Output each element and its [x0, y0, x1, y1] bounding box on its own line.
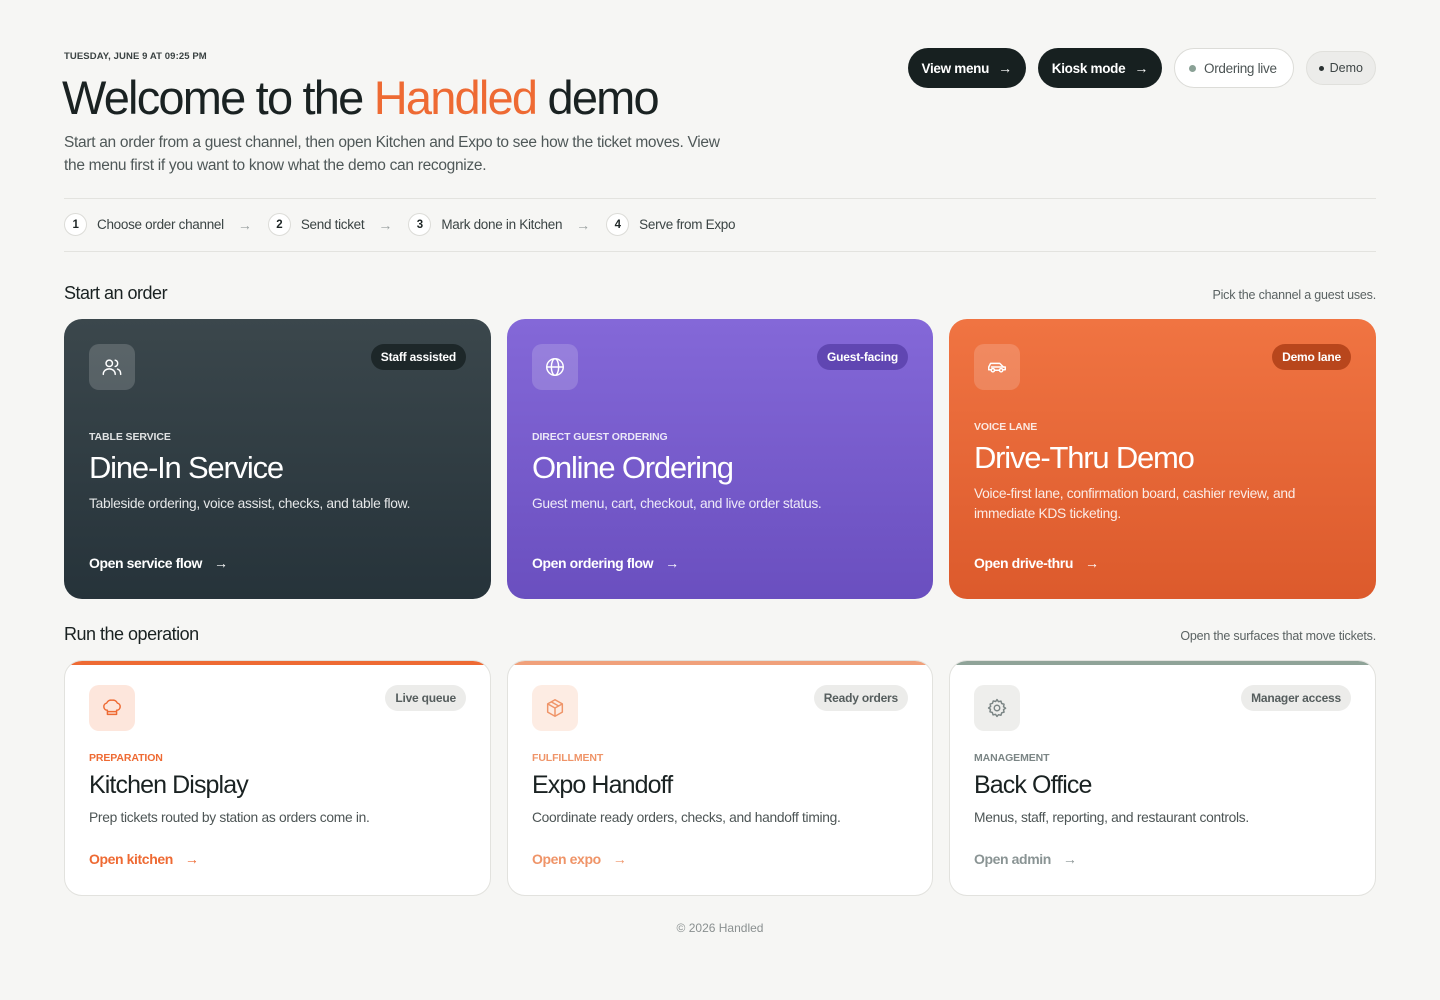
card-title: Back Office [974, 771, 1092, 799]
step-number: 3 [408, 213, 432, 236]
arrow-right-icon: → [184, 851, 199, 867]
title-prefix: Welcome to the [62, 71, 374, 124]
datestamp: TUESDAY, JUNE 9 AT 09:25 PM [64, 51, 207, 62]
card-online-ordering[interactable]: Guest-facing DIRECT GUEST ORDERING Onlin… [507, 319, 933, 599]
ordering-live-label: Ordering live [1204, 60, 1277, 76]
section-hint-operation: Open the surfaces that move tickets. [1180, 629, 1376, 643]
step-label: Choose order channel [97, 217, 224, 232]
card-eyebrow: PREPARATION [89, 752, 163, 764]
globe-icon [532, 344, 578, 390]
step-number: 1 [64, 213, 87, 236]
card-description: Voice-first lane, confirmation board, ca… [974, 486, 1296, 521]
card-title: Drive-Thru Demo [974, 440, 1195, 475]
steps-bar: 1 Choose order channel → 2 Send ticket →… [64, 213, 736, 236]
top-actions: View menu → Kiosk mode → Ordering live D… [907, 48, 1376, 88]
step: 4 Serve from Expo [606, 213, 736, 236]
open-expo-link[interactable]: Open expo → [532, 851, 627, 867]
arrow-right-icon: → [1062, 851, 1077, 867]
card-accent-bar [508, 661, 932, 665]
card-badge: Guest-facing [817, 344, 908, 370]
page-title: Welcome to the Handled demo [62, 70, 660, 125]
step-number: 2 [267, 213, 291, 236]
footer: © 2026 Handled [676, 921, 764, 935]
status-dot-icon [1189, 64, 1197, 72]
step: 3 Mark done in Kitchen [408, 213, 562, 236]
open-service-flow-link[interactable]: Open service flow → [89, 555, 228, 571]
card-kitchen-display[interactable]: Live queue PREPARATION Kitchen Display P… [64, 660, 491, 896]
divider [64, 198, 1376, 199]
card-badge: Staff assisted [370, 344, 466, 370]
link-label: Open drive-thru [974, 555, 1074, 571]
view-menu-label: View menu [921, 60, 990, 76]
step-label: Send ticket [300, 217, 365, 232]
gear-icon [974, 685, 1020, 731]
step-label: Serve from Expo [639, 217, 736, 232]
card-drive-thru[interactable]: Demo lane VOICE LANE Drive-Thru Demo Voi… [949, 319, 1376, 599]
section-title-operation: Run the operation [64, 624, 199, 644]
card-expo-handoff[interactable]: Ready orders FULFILLMENT Expo Handoff Co… [507, 660, 933, 896]
card-badge: Manager access [1241, 685, 1351, 711]
open-ordering-flow-link[interactable]: Open ordering flow → [532, 555, 679, 571]
card-description: Coordinate ready orders, checks, and han… [532, 810, 841, 825]
section-hint-start: Pick the channel a guest uses. [1212, 288, 1376, 302]
arrow-right-icon: → [576, 216, 591, 233]
step: 2 Send ticket [267, 213, 365, 236]
box-icon [532, 685, 578, 731]
arrow-right-icon: → [612, 851, 627, 867]
arrow-right-icon: → [237, 216, 252, 233]
demo-badge: Demo [1305, 51, 1376, 85]
card-eyebrow: FULFILLMENT [532, 752, 604, 764]
chef-hat-icon [89, 685, 135, 731]
ordering-live-status: Ordering live [1174, 48, 1294, 88]
kiosk-mode-label: Kiosk mode [1051, 60, 1126, 76]
arrow-right-icon: → [1134, 60, 1149, 76]
arrow-right-icon: → [665, 555, 679, 571]
card-dine-in[interactable]: Staff assisted TABLE SERVICE Dine-In Ser… [64, 319, 491, 599]
card-title: Dine-In Service [89, 450, 284, 485]
card-description: Menus, staff, reporting, and restaurant … [974, 810, 1249, 825]
card-eyebrow: MANAGEMENT [974, 752, 1050, 764]
card-description: Tableside ordering, voice assist, checks… [89, 496, 411, 511]
arrow-right-icon: → [1085, 555, 1099, 571]
link-label: Open service flow [89, 555, 203, 571]
card-badge: Demo lane [1272, 344, 1351, 370]
arrow-right-icon: → [998, 60, 1012, 76]
card-title: Online Ordering [532, 450, 734, 485]
kiosk-mode-button[interactable]: Kiosk mode → [1037, 48, 1163, 88]
card-eyebrow: TABLE SERVICE [89, 431, 171, 443]
link-label: Open ordering flow [532, 555, 654, 571]
card-eyebrow: VOICE LANE [974, 421, 1038, 433]
step-number: 4 [606, 213, 630, 236]
card-accent-bar [65, 661, 490, 665]
card-eyebrow: DIRECT GUEST ORDERING [532, 431, 668, 443]
users-icon [89, 344, 135, 390]
card-title: Kitchen Display [89, 771, 249, 799]
car-icon [974, 344, 1020, 390]
link-label: Open kitchen [89, 851, 173, 867]
open-admin-link[interactable]: Open admin → [974, 851, 1077, 867]
open-drive-thru-link[interactable]: Open drive-thru → [974, 555, 1099, 571]
link-label: Open expo [532, 851, 601, 867]
page-subtitle: Start an order from a guest channel, the… [64, 134, 720, 174]
card-accent-bar [950, 661, 1375, 665]
arrow-right-icon: → [378, 216, 393, 233]
arrow-right-icon: → [214, 555, 228, 571]
link-label: Open admin [974, 851, 1051, 867]
card-back-office[interactable]: Manager access MANAGEMENT Back Office Me… [949, 660, 1376, 896]
step: 1 Choose order channel [64, 213, 224, 236]
brand-name: Handled [373, 71, 538, 124]
card-description: Guest menu, cart, checkout, and live ord… [532, 496, 822, 511]
card-badge: Ready orders [813, 685, 908, 711]
section-title-start: Start an order [64, 283, 168, 303]
divider [64, 251, 1376, 252]
title-suffix: demo [536, 71, 659, 124]
dot-icon [1318, 65, 1324, 71]
card-badge: Live queue [385, 685, 466, 711]
card-description: Prep tickets routed by station as orders… [89, 810, 370, 825]
open-kitchen-link[interactable]: Open kitchen → [89, 851, 199, 867]
demo-label: Demo [1329, 61, 1363, 75]
card-title: Expo Handoff [532, 771, 673, 799]
step-label: Mark done in Kitchen [441, 217, 563, 232]
view-menu-button[interactable]: View menu → [907, 48, 1026, 88]
